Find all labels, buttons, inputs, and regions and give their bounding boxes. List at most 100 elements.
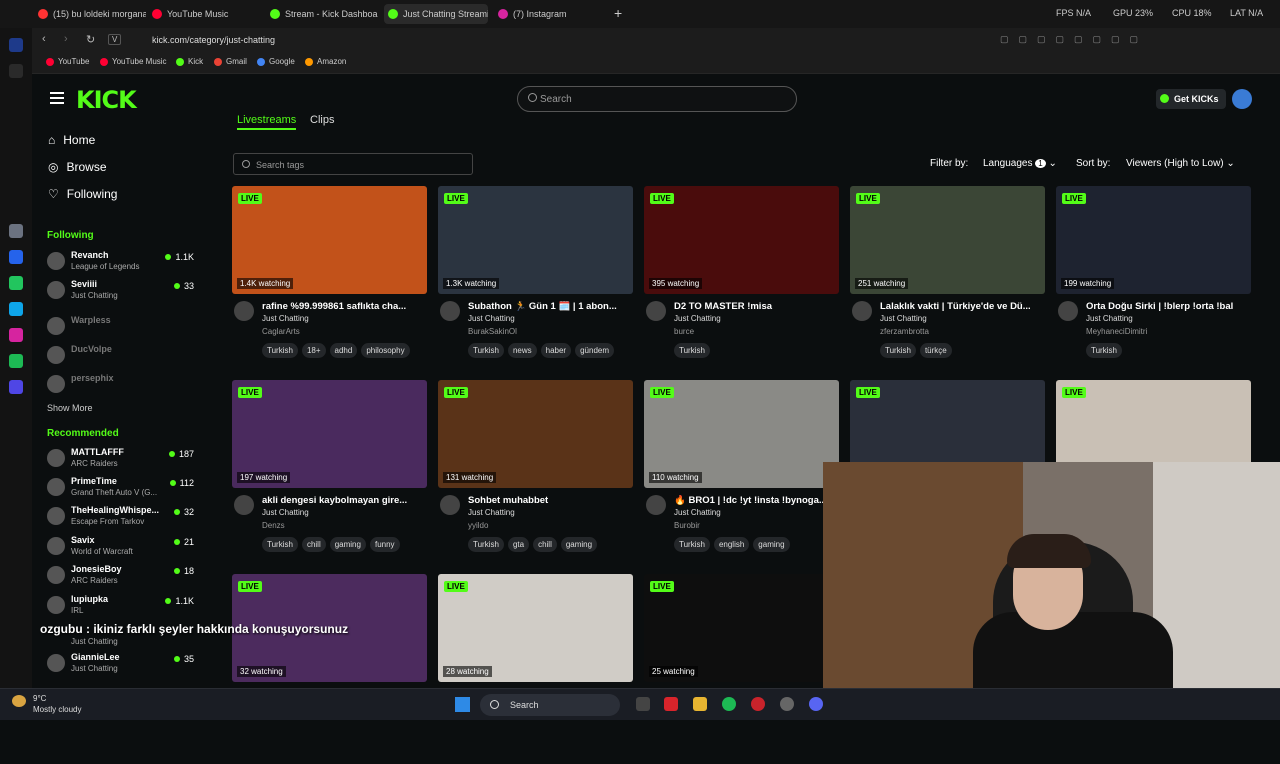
stream-thumbnail[interactable]: LIVE 110 watching (644, 380, 839, 488)
task-view-icon[interactable] (636, 697, 650, 711)
streamer-avatar[interactable] (646, 495, 666, 515)
taskbar-search[interactable]: Search (480, 694, 620, 716)
nav-home[interactable]: ⌂ Home (48, 133, 95, 147)
workspace-icon[interactable] (9, 38, 23, 52)
browser-tab[interactable]: Stream - Kick Dashboard (266, 4, 378, 24)
forward-icon[interactable]: › (64, 33, 68, 45)
streamer-name[interactable]: Denzs (262, 521, 285, 530)
stream-thumbnail[interactable]: LIVE 25 watching (644, 574, 839, 682)
kick-logo[interactable]: KICK (76, 86, 137, 114)
bookmark-google[interactable]: Google (257, 57, 295, 66)
app-icon[interactable] (9, 380, 23, 394)
telegram-icon[interactable] (9, 302, 23, 316)
streamer-name[interactable]: CaglarArts (262, 327, 300, 336)
stream-card[interactable]: LIVE 1.4K watching rafine %99.999861 saflı… (232, 186, 427, 376)
bookmark-gmail[interactable]: Gmail (214, 57, 247, 66)
stream-card[interactable]: LIVE 131 watching Sohbet muhabbet Just Chat… (438, 380, 633, 570)
stream-tag[interactable]: gaming (329, 537, 366, 552)
stream-tag[interactable]: Turkish (468, 343, 504, 358)
sidebar-channel-lupiupka[interactable]: lupiupka IRL 1.1K (47, 594, 197, 622)
stream-thumbnail[interactable]: LIVE 251 watching (850, 186, 1045, 294)
stream-tag[interactable]: Turkish (262, 537, 298, 552)
streamer-name[interactable]: BurakSakinOl (468, 327, 517, 336)
stream-title[interactable]: Subathon 🏃 Gün 1 🗓️ | 1 abon... (468, 301, 633, 312)
streamer-name[interactable]: Burobir (674, 521, 700, 530)
stream-card[interactable]: LIVE 199 watching Orta Doğu Sirki | !blerp… (1056, 186, 1251, 376)
new-tab-button[interactable]: + (614, 5, 622, 21)
streamer-avatar[interactable] (440, 301, 460, 321)
stream-thumbnail[interactable]: LIVE 197 watching (232, 380, 427, 488)
sidebar-channel-primetime[interactable]: PrimeTime Grand Theft Auto V (G... 112 (47, 476, 197, 504)
browser-tab[interactable]: (15) bu loldeki morganaya (34, 4, 146, 24)
stream-category[interactable]: Just Chatting (262, 508, 309, 517)
languages-dropdown[interactable]: Languages 1 ⌄ (983, 158, 1057, 169)
stream-category[interactable]: Just Chatting (674, 314, 721, 323)
stream-tag[interactable]: Turkish (1086, 343, 1122, 358)
sidebar-channel-revanch[interactable]: Revanch League of Legends 1.1K (47, 250, 197, 278)
tag-search-input[interactable]: Search tags (233, 153, 473, 175)
stream-tag[interactable]: funny (369, 537, 400, 552)
stream-title[interactable]: Orta Doğu Sirki | !blerp !orta !bal (1086, 301, 1251, 312)
stream-tag[interactable]: türkçe (919, 343, 952, 358)
stream-title[interactable]: Sohbet muhabbet (468, 495, 633, 506)
stream-title[interactable]: rafine %99.999861 saflıkta cha... (262, 301, 427, 312)
user-avatar[interactable] (1232, 89, 1252, 109)
stream-title[interactable]: D2 TO MASTER !misa (674, 301, 839, 312)
sidebar-channel-jonesieboy[interactable]: JonesieBoy ARC Raiders 18 (47, 564, 197, 592)
sidebar-channel-giannielee[interactable]: GiannieLee Just Chatting 35 (47, 652, 197, 680)
weather-temp[interactable]: 9°C (33, 694, 46, 703)
stream-category[interactable]: Just Chatting (1086, 314, 1133, 323)
star-icon[interactable] (9, 64, 23, 78)
sidebar-channel-thehealingwhisper[interactable]: TheHealingWhispe... Escape From Tarkov 32 (47, 505, 197, 533)
opera-icon[interactable] (664, 697, 678, 711)
weather-desc[interactable]: Mostly cloudy (33, 705, 81, 714)
stream-card[interactable]: LIVE 251 watching Lalaklık vakti | Türkiye… (850, 186, 1045, 376)
url-field[interactable]: kick.com/category/just-chatting (130, 33, 990, 48)
browser-tab-active[interactable]: Just Chatting Streaming (384, 4, 488, 24)
sidebar-channel-warpless[interactable]: Warpless (47, 315, 197, 343)
streamer-name[interactable]: yyildo (468, 521, 488, 530)
stream-card[interactable]: LIVE 25 watching (644, 574, 839, 764)
browser-tab[interactable]: (7) Instagram (494, 4, 604, 24)
stream-tag[interactable]: gündem (575, 343, 615, 358)
spotify-icon[interactable] (9, 354, 23, 368)
bookmark-youtube-music[interactable]: YouTube Music (100, 57, 167, 66)
stream-title[interactable]: 🔥 BRO1 | !dc !yt !insta !bynoga... (674, 495, 839, 506)
sidebar-channel-savix[interactable]: Savix World of Warcraft 21 (47, 535, 197, 563)
streamer-avatar[interactable] (852, 301, 872, 321)
discord-icon[interactable] (809, 697, 823, 711)
stream-thumbnail[interactable]: LIVE 395 watching (644, 186, 839, 294)
settings-icon[interactable] (780, 697, 794, 711)
back-icon[interactable]: ‹ (42, 33, 46, 45)
site-search-input[interactable]: Search (517, 86, 797, 112)
streamer-name[interactable]: burce (674, 327, 694, 336)
stream-tag[interactable]: gaming (560, 537, 598, 552)
stream-category[interactable]: Just Chatting (468, 314, 515, 323)
streamer-avatar[interactable] (234, 495, 254, 515)
stream-card[interactable]: LIVE 1.3K watching Subathon 🏃 Gün 1 🗓️ | 1… (438, 186, 633, 376)
instagram-icon[interactable] (9, 328, 23, 342)
browser-tab[interactable]: YouTube Music (148, 4, 258, 24)
whatsapp-icon[interactable] (9, 276, 23, 290)
stream-category[interactable]: Just Chatting (880, 314, 927, 323)
stream-tag[interactable]: Turkish (262, 343, 298, 358)
stream-title[interactable]: Lalaklık vakti | Türkiye'de ve Dü... (880, 301, 1045, 312)
stream-tag[interactable]: chill (301, 537, 326, 552)
stream-tag[interactable]: adhd (329, 343, 358, 358)
bookmark-amazon[interactable]: Amazon (305, 57, 346, 66)
stream-tag[interactable]: Turkish (880, 343, 916, 358)
nav-browse[interactable]: ◎ Browse (48, 160, 107, 174)
stream-category[interactable]: Just Chatting (674, 508, 721, 517)
stream-tag[interactable]: gta (507, 537, 530, 552)
sidebar-channel-seviiii[interactable]: Seviiii Just Chatting 33 (47, 279, 197, 307)
windows-start-icon[interactable] (455, 697, 470, 712)
stream-title[interactable]: akli dengesi kaybolmayan gire... (262, 495, 427, 506)
stream-thumbnail[interactable]: LIVE 1.4K watching (232, 186, 427, 294)
tab-livestreams[interactable]: Livestreams (237, 114, 297, 130)
spotify-icon[interactable] (722, 697, 736, 711)
file-explorer-icon[interactable] (693, 697, 707, 711)
streamer-avatar[interactable] (646, 301, 666, 321)
stream-tag[interactable]: 18+ (301, 343, 326, 358)
stream-card[interactable]: LIVE 28 watching (438, 574, 633, 764)
sort-dropdown[interactable]: Viewers (High to Low) ⌄ (1126, 158, 1235, 169)
